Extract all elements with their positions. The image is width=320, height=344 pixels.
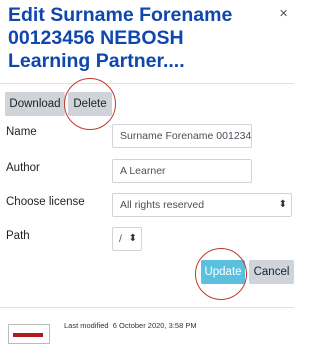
cancel-button[interactable]: Cancel [249, 260, 294, 284]
last-modified-value: 6 October 2020, 3:58 PM [112, 321, 197, 330]
select-arrows-icon: ⬍ [278, 199, 287, 210]
select-arrows-icon: ⬍ [128, 233, 137, 244]
file-thumbnail [8, 324, 50, 344]
path-select[interactable]: / ⬍ [112, 227, 142, 251]
name-label: Name [6, 126, 37, 138]
dialog-title: Edit Surname Forename 00123456 NEBOSH Le… [8, 4, 233, 72]
author-label: Author [6, 162, 40, 174]
update-button[interactable]: Update [201, 260, 245, 284]
delete-button[interactable]: Delete [68, 92, 112, 116]
license-selected-value: All rights reserved [120, 199, 205, 211]
author-input[interactable]: A Learner [112, 159, 252, 183]
last-modified-info: Last modified 6 October 2020, 3:58 PM [64, 321, 197, 330]
download-button[interactable]: Download [5, 92, 65, 116]
close-icon[interactable]: ✕ [279, 7, 288, 20]
path-selected-value: / [119, 233, 122, 245]
path-label: Path [6, 230, 30, 242]
thumbnail-bar [13, 333, 43, 337]
footer-separator [0, 307, 294, 308]
header-separator [0, 83, 294, 84]
license-select[interactable]: All rights reserved ⬍ [112, 193, 292, 217]
last-modified-label: Last modified [64, 321, 109, 330]
name-input[interactable]: Surname Forename 00123456 [112, 124, 252, 148]
license-label: Choose license [6, 196, 85, 208]
